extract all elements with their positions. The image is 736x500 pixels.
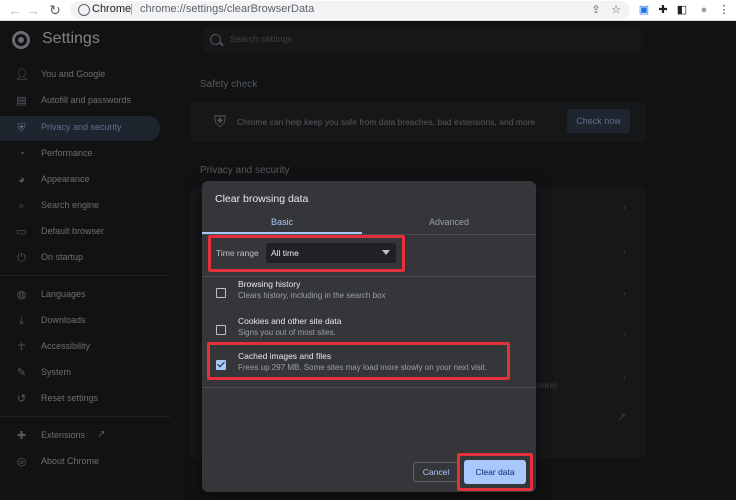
highlight-box-cached-images — [207, 342, 510, 380]
option-title: Cookies and other site data — [238, 316, 342, 326]
option-browsing-history[interactable]: Browsing history Clears history, includi… — [202, 278, 536, 316]
dialog-title: Clear browsing data — [215, 193, 309, 205]
side-panel-icon[interactable]: ◧ — [674, 2, 690, 18]
dialog-separator — [202, 276, 536, 277]
back-arrow-icon[interactable]: ← — [6, 2, 24, 19]
option-title: Browsing history — [238, 279, 301, 289]
menu-kebab-icon[interactable]: ⋮ — [716, 2, 732, 18]
option-description: Signs you out of most sites. — [238, 328, 336, 337]
share-icon[interactable]: ⇪ — [588, 2, 604, 18]
extensions-puzzle-icon[interactable]: ✚ — [655, 2, 671, 18]
omnibox-url[interactable]: chrome://settings/clearBrowserData — [140, 3, 314, 15]
omnibox-separator: | — [130, 3, 133, 15]
extension-pin-icon[interactable]: ▣ — [636, 2, 652, 18]
highlight-box-time-range — [208, 235, 405, 272]
dialog-separator — [202, 387, 536, 388]
bookmark-star-icon[interactable]: ☆ — [608, 2, 624, 18]
address-bar[interactable]: Chrome | chrome://settings/clearBrowserD… — [70, 1, 630, 19]
tab-advanced[interactable]: Advanced — [362, 212, 536, 234]
cancel-button[interactable]: Cancel — [413, 462, 459, 482]
checkbox[interactable] — [216, 288, 226, 298]
browser-window: ← → ↻ Chrome | chrome://settings/clearBr… — [0, 0, 736, 500]
omnibox-site-label: Chrome — [92, 3, 132, 15]
browser-toolbar: ← → ↻ Chrome | chrome://settings/clearBr… — [0, 0, 736, 21]
highlight-box-clear-data — [457, 453, 533, 491]
checkbox[interactable] — [216, 325, 226, 335]
clear-browsing-data-dialog: Clear browsing data Basic Advanced Time … — [202, 181, 536, 492]
profile-avatar-icon[interactable]: ● — [696, 2, 712, 18]
forward-arrow-icon[interactable]: → — [24, 2, 42, 19]
reload-icon[interactable]: ↻ — [46, 2, 64, 19]
chrome-site-icon — [78, 4, 90, 16]
tab-basic[interactable]: Basic — [202, 212, 362, 234]
option-description: Clears history, including in the search … — [238, 291, 386, 300]
